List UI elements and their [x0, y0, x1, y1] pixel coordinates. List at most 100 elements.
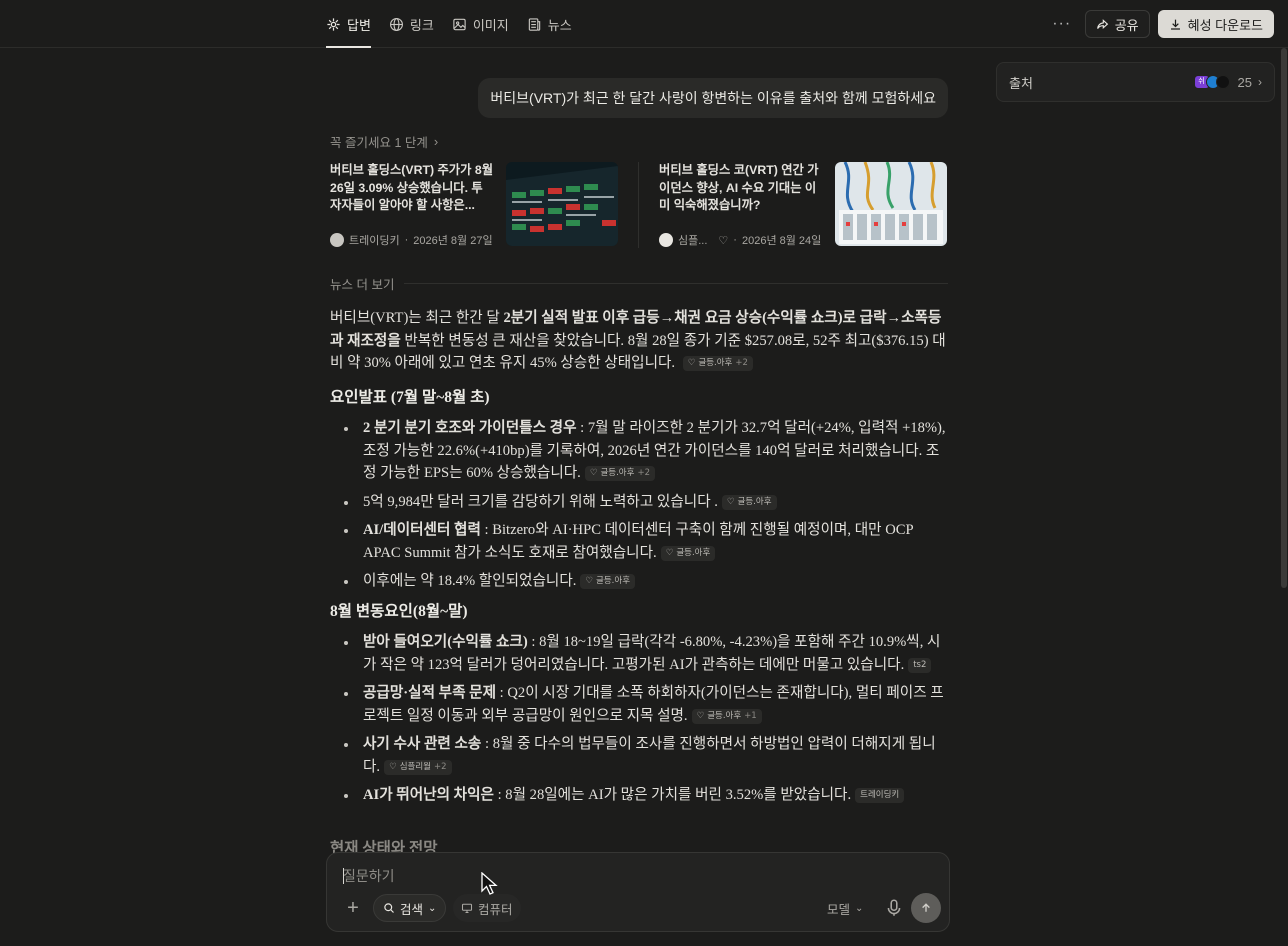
- download-label: 혜성 다운로드: [1187, 17, 1263, 33]
- list-item: 공급망·실적 부족 문제 : Q2이 시장 기대를 소폭 하회하자(가이던스는 …: [330, 682, 948, 727]
- shield-icon: ♡: [696, 710, 705, 721]
- news-card-date: 2026년 8월 27일: [413, 235, 493, 247]
- question-input[interactable]: [343, 865, 743, 887]
- citation-more: +1: [744, 710, 757, 721]
- citation-chip[interactable]: 트레이딩키: [855, 788, 905, 803]
- bullet-title: 사기 수사 관련 소송: [363, 736, 482, 752]
- shield-icon: ♡: [589, 468, 598, 478]
- citation-more: +2: [637, 468, 650, 478]
- news-card-title: 버티브 홀딩스(VRT) 주가가 8월 26일 3.09% 상승했습니다. 투자…: [330, 163, 494, 212]
- download-app-button[interactable]: 혜성 다운로드: [1157, 10, 1274, 38]
- news-card-title: 버티브 홀딩스 코(VRT) 연간 가이던스 향상, AI 수요 기대는 이미 …: [659, 163, 819, 212]
- citation-label: 심플리월: [399, 761, 431, 772]
- citation-chip[interactable]: ♡ 심플리월 +2: [384, 759, 452, 775]
- source-logo-icon: [659, 233, 673, 247]
- globe-icon: [389, 17, 403, 31]
- citation-chip[interactable]: ♡ 글등.아후: [660, 545, 716, 561]
- top-bar: 답변 링크 이미지 뉴스 ··· 공유 혜성 다운로드: [0, 0, 1288, 48]
- list-item: AI/데이터센터 협력 : Bitzero와 AI·HPC 데이터센터 구축이 …: [330, 519, 948, 564]
- source-logo-icon: [330, 233, 344, 247]
- steps-label: 꼭 즐기세요 1 단계: [330, 136, 428, 150]
- shield-icon: ♡: [687, 358, 696, 368]
- computer-mode-button[interactable]: 컴퓨터: [453, 894, 521, 922]
- news-cards: 버티브 홀딩스(VRT) 주가가 8월 26일 3.09% 상승했습니다. 투자…: [330, 162, 948, 248]
- sparkle-icon: [327, 17, 340, 31]
- card-divider: [638, 162, 639, 248]
- tab-news[interactable]: 뉴스: [527, 0, 572, 48]
- newspaper-icon: [528, 17, 540, 31]
- sources-panel[interactable]: 출처 쉬 25 ›: [996, 62, 1275, 102]
- news-card-date: 2026년 8월 24일: [741, 235, 822, 247]
- news-card[interactable]: 버티브 홀딩스(VRT) 주가가 8월 26일 3.09% 상승했습니다. 투자…: [330, 162, 618, 248]
- news-card-text: 버티브 홀딩스 코(VRT) 연간 가이던스 향상, AI 수요 기대는 이미 …: [659, 162, 823, 248]
- citation-label: 글등.아후: [707, 710, 742, 721]
- composer: + 검색 ⌄ 컴퓨터 모델 ⌄: [326, 852, 950, 932]
- model-selector[interactable]: 모델 ⌄: [827, 899, 863, 918]
- bullet-list: 2 분기 분기 호조와 가이던틀스 경우 : 7월 말 라이즈한 2 분기가 3…: [330, 417, 948, 593]
- citation-label: 글등.아후: [596, 576, 631, 586]
- chevron-right-icon: ›: [1258, 75, 1262, 89]
- section-heading: 요인발표 (7월 말~8월 초): [330, 388, 490, 406]
- shield-icon: ♡: [726, 496, 735, 507]
- intro-text-rest: 반복한 변동성 큰 재산을 찾았습니다. 8월 28일 종가 기준 $257.0…: [330, 332, 946, 372]
- citation-more: +2: [433, 761, 447, 772]
- microphone-icon[interactable]: [885, 898, 903, 918]
- search-mode-button[interactable]: 검색 ⌄: [373, 894, 447, 922]
- shield-icon: ♡: [585, 576, 594, 586]
- news-card-source: 심플...: [678, 235, 708, 247]
- citation-label: 글등.아후: [737, 496, 772, 507]
- answer-intro: 버티브(VRT)는 최근 한간 달 2분기 실적 발표 이후 급등→채권 요금 …: [330, 307, 948, 375]
- bullet-text: : 8월 28일에는 AI가 많은 가치를 버린 3.52%를 받았습니다.: [493, 787, 852, 803]
- shield-icon: ♡: [718, 234, 729, 247]
- share-button[interactable]: 공유: [1084, 10, 1150, 38]
- bullet-title: 받아 들여오기(수익률 쇼크): [363, 634, 528, 650]
- datacenter-image: [835, 162, 947, 246]
- citation-chip[interactable]: ts2: [908, 657, 932, 673]
- bullet-text: 이후에는 약 18.4% 할인되었습니다.: [363, 573, 577, 589]
- list-item: 2 분기 분기 호조와 가이던틀스 경우 : 7월 말 라이즈한 2 분기가 3…: [330, 417, 948, 485]
- add-attachment-button[interactable]: +: [343, 898, 363, 919]
- divider: [404, 283, 948, 284]
- list-item: AI가 뛰어난의 차익은 : 8월 28일에는 AI가 많은 가치를 버린 3.…: [330, 784, 948, 807]
- chevron-down-icon: ⌄: [855, 903, 864, 914]
- citation-label: 글등.아후: [698, 358, 733, 368]
- more-news-link[interactable]: 뉴스 더 보기: [330, 274, 948, 293]
- answer-body: 버티브(VRT)는 최근 한간 달 2분기 실적 발표 이후 급등→채권 요금 …: [330, 307, 948, 815]
- citation-label: 글등.아후: [676, 547, 711, 558]
- citation-more: +2: [735, 358, 748, 368]
- tab-images[interactable]: 이미지: [452, 0, 509, 48]
- computer-icon: [461, 903, 473, 914]
- scrollbar[interactable]: [1281, 48, 1287, 588]
- model-label: 모델: [827, 903, 851, 917]
- citation-chip[interactable]: ♡ 글등.아후 +2: [584, 466, 655, 481]
- bullet-title: AI가 뛰어난의 차익은: [363, 787, 494, 803]
- tab-news-label: 뉴스: [547, 17, 572, 33]
- intro-text: 버티브(VRT)는 최근 한간 달: [330, 310, 504, 326]
- news-card-separator: ·: [733, 234, 737, 246]
- sources-count: 25: [1237, 74, 1252, 90]
- citation-chip[interactable]: ♡ 글등.아후: [580, 574, 636, 589]
- share-icon: [1096, 18, 1108, 29]
- citation-chip[interactable]: ♡ 글등.아후: [721, 494, 777, 510]
- citation-label: ts2: [913, 659, 927, 670]
- bullet-title: AI/데이터센터 협력: [363, 522, 481, 538]
- tab-images-label: 이미지: [472, 17, 509, 33]
- bullet-title: 공급망·실적 부족 문제: [363, 685, 497, 701]
- section-heading: 8월 변동요인(8월~말): [330, 602, 468, 620]
- citation-label: 글등.아후: [600, 468, 635, 478]
- top-actions: ··· 공유 혜성 다운로드: [1047, 10, 1274, 38]
- user-query: 버티브(VRT)가 최근 한 달간 사랑이 항변하는 이유를 출처와 함께 모험…: [478, 78, 948, 118]
- tab-answer[interactable]: 답변: [326, 0, 371, 48]
- tab-links[interactable]: 링크: [389, 0, 434, 48]
- text-caret: [343, 868, 344, 884]
- search-icon: [384, 903, 394, 913]
- tab-answer-label: 답변: [347, 17, 371, 33]
- more-options-button[interactable]: ···: [1047, 10, 1077, 38]
- steps-link[interactable]: 꼭 즐기세요 1 단계 ›: [330, 132, 438, 151]
- list-item: 사기 수사 관련 소송 : 8월 중 다수의 법무들이 조사를 진행하면서 하방…: [330, 733, 948, 778]
- send-button[interactable]: [911, 893, 941, 923]
- image-icon: [453, 18, 466, 30]
- citation-chip[interactable]: ♡ 글등.아후 +2: [682, 356, 753, 371]
- citation-chip[interactable]: ♡ 글등.아후 +1: [691, 708, 762, 724]
- news-card[interactable]: 버티브 홀딩스 코(VRT) 연간 가이던스 향상, AI 수요 기대는 이미 …: [659, 162, 947, 248]
